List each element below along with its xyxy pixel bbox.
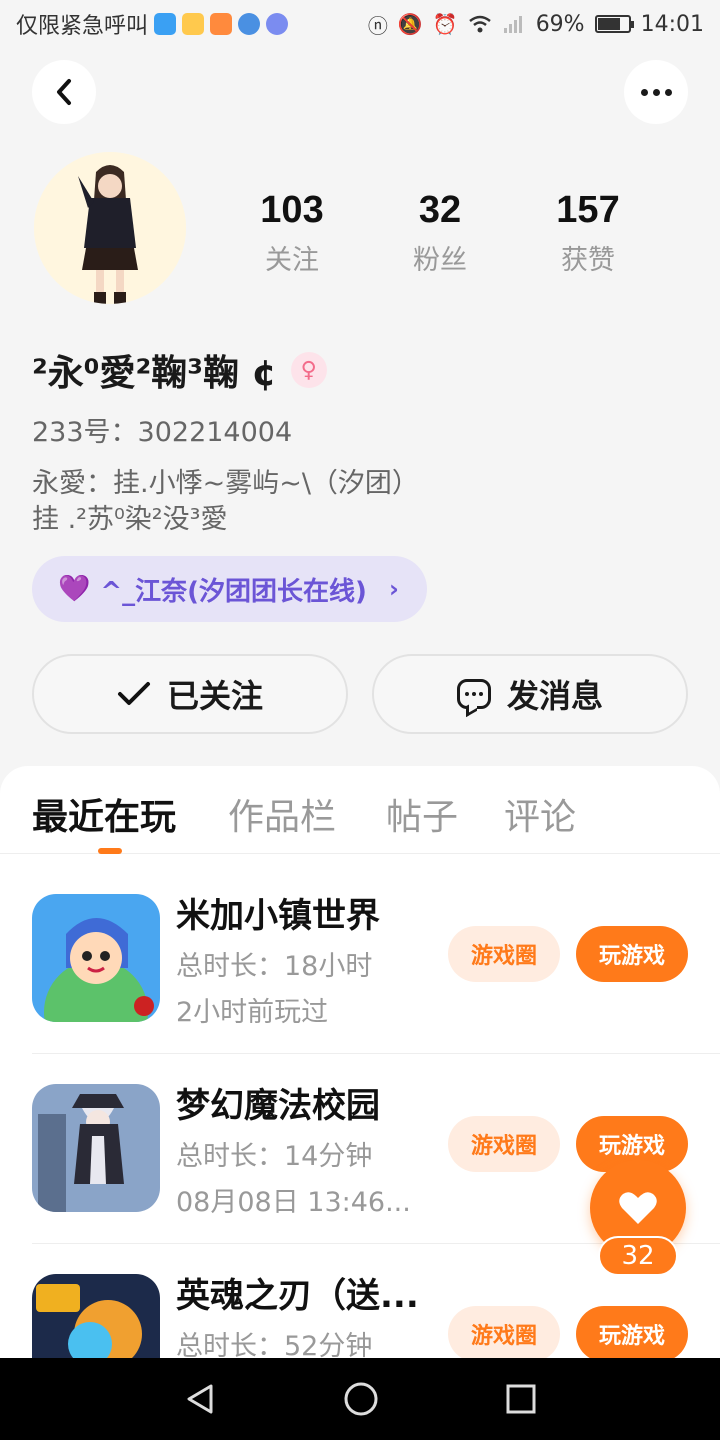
game-last-played: 08月08日 13:46... [176,1187,411,1218]
status-bar: 仅限紧急呼叫 ⓝ 🔕 ⏰ 69% 14:01 [0,0,720,48]
back-arrow-icon [57,79,71,105]
checkmark-icon [117,682,150,705]
tab-posts[interactable]: 帖子 [386,788,458,840]
game-name: 梦幻魔法校园 [176,1086,380,1126]
stat-fans[interactable]: 32 粉丝 [366,186,514,277]
stat-label: 获赞 [561,245,615,276]
chat-bubble-icon [456,679,491,709]
avatar-image [34,152,186,304]
tab-comments[interactable]: 评论 [504,788,576,840]
game-row[interactable]: 米加小镇世界 总时长：18小时 2小时前玩过 游戏圈 玩游戏 [32,864,720,1054]
stat-label: 粉丝 [413,245,467,276]
nav-back-icon[interactable] [183,1382,217,1416]
tab-bar: 最近在玩 作品栏 帖子 评论 [0,766,720,854]
game-icon[interactable] [32,894,160,1022]
nav-recents-icon[interactable] [505,1383,537,1415]
play-game-button[interactable]: 玩游戏 [576,926,688,982]
system-nav-bar [0,1358,720,1440]
send-message-button[interactable]: 发消息 [372,654,688,734]
video-app-icon [210,13,233,35]
username: ²永⁰愛²鞠³鞠 ¢ ♀ [32,344,327,396]
club-badge[interactable]: 💜 ^_江奈(汐团团长在线) › [32,556,427,622]
like-count-badge: 32 [598,1236,678,1276]
game-circle-button[interactable]: 游戏圈 [448,1306,560,1362]
more-options-button[interactable] [624,60,688,124]
game-playtime: 总时长：18小时 [176,951,373,982]
wifi-icon [468,15,491,33]
game-icon[interactable] [32,1274,160,1366]
send-message-label: 发消息 [506,677,603,715]
chevron-right-icon: › [388,575,399,603]
stat-likes[interactable]: 157 获赞 [514,186,662,277]
game-circle-button[interactable]: 游戏圈 [448,926,560,982]
game-name: 英魂之刃（送... [176,1276,419,1316]
music-app-icon [266,13,289,35]
nfc-icon: ⓝ [367,13,388,38]
user-id: 233号：302214004 [32,417,293,448]
mail-app-icon [182,13,205,35]
active-tab-indicator [98,848,122,854]
clock: 14:01 [640,11,704,37]
profile-stats: 103 关注 32 粉丝 157 获赞 [218,186,662,277]
game-name: 米加小镇世界 [176,896,380,936]
tab-recent-played[interactable]: 最近在玩 [32,788,176,840]
browser-app-icon [238,13,261,35]
game-playtime: 总时长：14分钟 [176,1141,373,1172]
nav-home-icon[interactable] [343,1381,379,1417]
battery-icon [594,15,634,33]
stat-label: 关注 [265,245,319,276]
following-label: 已关注 [166,677,263,715]
bio-line: 挂 .²苏⁰染²没³愛 [32,504,228,535]
double-heart-icon: 💜 [58,574,91,604]
game-last-played: 2小时前玩过 [176,997,329,1028]
bio: 永愛：挂.小悸~雾屿~\（汐团） 挂 .²苏⁰染²没³愛 [32,466,419,538]
username-text: ²永⁰愛²鞠³鞠 ¢ [32,353,277,394]
following-button[interactable]: 已关注 [32,654,348,734]
alarm-icon: ⏰ [432,12,458,36]
game-icon[interactable] [32,1084,160,1212]
female-gender-icon: ♀ [290,352,327,388]
mute-icon: 🔕 [397,12,423,36]
heart-icon [619,1192,657,1224]
club-label: ^_江奈(汐团团长在线) [100,576,367,607]
stat-value: 157 [556,189,620,231]
game-circle-button[interactable]: 游戏圈 [448,1116,560,1172]
stat-value: 103 [260,189,324,231]
play-game-button[interactable]: 玩游戏 [576,1306,688,1362]
content-card: 最近在玩 作品栏 帖子 评论 米加小镇世界 总时长：18小时 2小时前玩过 游戏… [0,766,720,1366]
avatar[interactable] [34,152,186,304]
signal-icon [503,16,522,33]
stat-following[interactable]: 103 关注 [218,186,366,277]
more-dots-icon [640,88,672,96]
battery-percent: 69% [535,11,585,37]
shield-app-icon [154,13,177,35]
bio-line: 永愛：挂.小悸~雾屿~\（汐团） [32,468,419,499]
carrier-text: 仅限紧急呼叫 [16,14,149,39]
stat-value: 32 [418,189,462,231]
tab-works[interactable]: 作品栏 [228,788,336,840]
back-button[interactable] [32,60,96,124]
